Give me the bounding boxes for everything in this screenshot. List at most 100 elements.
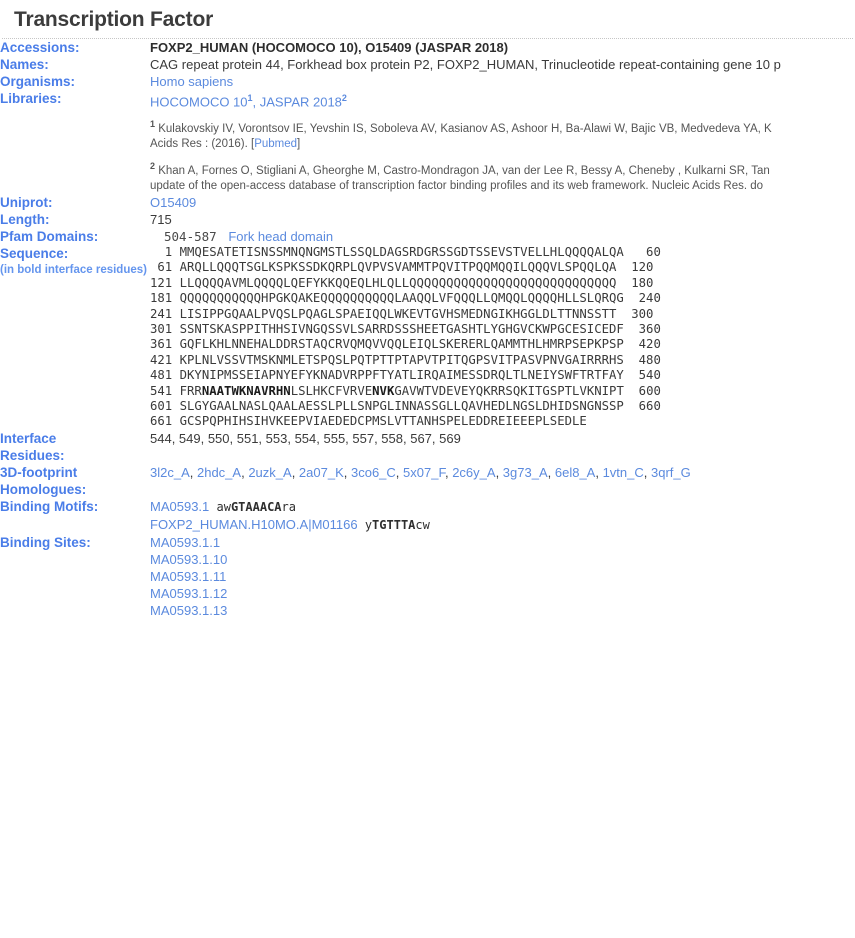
value-accessions: FOXP2_HUMAN (HOCOMOCO 10), O15409 (JASPA… [150,39,855,56]
sequence-residues: LLQQQQAVMLQQQQLQEFYKKQQEQLHLQLLQQQQQQQQQ… [179,275,617,290]
row-accessions: Accessions: FOXP2_HUMAN (HOCOMOCO 10), O… [0,39,855,56]
label-binding-motifs: Binding Motifs: [0,498,99,514]
label-pfam-domains: Pfam Domains: [0,228,99,244]
sequence-residues: DKYNIPMSSEIAPNYEFYKNADVRPPFTYATLIRQAIMES… [179,368,624,383]
pubmed-link-1[interactable]: Pubmed [254,138,297,150]
value-binding-motifs: MA0593.1 awGTAAACAra FOXP2_HUMAN.H10MO.A|… [150,498,855,534]
sequence-line-start: 661 [150,414,180,429]
homologue-link[interactable]: 3g73_A [503,465,548,480]
homologue-link[interactable]: 3l2c_A [150,465,190,480]
uniprot-link[interactable]: O15409 [150,195,196,210]
accessions-text: FOXP2_HUMAN (HOCOMOCO 10), O15409 (JASPA… [150,40,509,55]
value-names: CAG repeat protein 44, Forkhead box prot… [150,57,781,72]
binding-motif-link[interactable]: FOXP2_HUMAN.H10MO.A|M01166 [150,517,358,532]
homologue-link[interactable]: 2c6y_A [452,465,495,480]
libraries-links: HOCOMOCO 101, JASPAR 20182 [150,90,855,110]
row-interface-residues: Interface Residues: 544, 549, 550, 551, … [0,430,855,464]
value-binding-sites: MA0593.1.1 MA0593.1.10 MA0593.1.11 MA0593.1… [150,534,855,619]
sequence-line-end: 600 [623,383,661,398]
sequence-line-end: 240 [623,291,661,306]
sequence-line: 241 LISIPPGQAALPVQSLPQAGLSPAEIQQLWKEVTGV… [150,307,855,322]
homologue-link[interactable]: 5x07_F [403,465,445,480]
row-libraries: Libraries: HOCOMOCO 101, JASPAR 20182 1 … [0,90,855,194]
homologue-separator: , [291,464,299,480]
label-interface-residues: Interface Residues: [0,430,150,464]
value-libraries: HOCOMOCO 101, JASPAR 20182 1 Kulakovskiy… [150,90,855,194]
label-uniprot: Uniprot: [0,194,53,210]
binding-motif-consensus: awGTAAACAra [209,499,296,514]
binding-site-link[interactable]: MA0593.1.12 [150,585,855,602]
label-length: Length: [0,211,50,227]
sequence-line-start: 361 [150,337,180,352]
binding-motif-link[interactable]: MA0593.1 [150,499,209,514]
value-uniprot: O15409 [150,194,855,211]
homologue-link[interactable]: 3co6_C [351,465,396,480]
homologue-link[interactable]: 2uzk_A [248,465,291,480]
row-pfam-domains: Pfam Domains: 504-587 Fork head domain [0,228,855,245]
sequence-line-end: 120 [616,260,654,275]
homologue-link[interactable]: 1vtn_C [603,465,644,480]
sequence-residues: ARQLLQQQTSGLKSPKSSDKQRPLQVPVSVAMMTPQVITP… [179,260,617,275]
library-link-jaspar[interactable]: JASPAR 2018 [260,94,342,109]
row-names: Names: CAG repeat protein 44, Forkhead b… [0,56,855,73]
value-sequence: 1 MMQESATETISNSSMNQNGMSTLSSQLDAGSRDGRSSG… [150,245,855,430]
label-libraries: Libraries: [0,91,62,106]
value-interface-residues: 544, 549, 550, 551, 553, 554, 555, 557, … [150,430,461,446]
sequence-residues: QQQQQQQQQQQHPGKQAKEQQQQQQQQQQLAAQQLVFQQQ… [179,291,624,306]
citation-2-text: Khan A, Fornes O, Stigliani A, Gheorghe … [158,164,770,177]
value-pfam-domains: 504-587 Fork head domain [150,228,855,245]
row-binding-sites: Binding Sites: MA0593.1.1 MA0593.1.10 MA05… [0,534,855,619]
citation-1-marker: 1 [150,119,156,130]
organism-link-homo-sapiens[interactable]: Homo sapiens [150,74,233,89]
binding-site-link[interactable]: MA0593.1.13 [150,602,855,619]
binding-site-link[interactable]: MA0593.1.11 [150,568,855,585]
citation-2-journal: update of the open-access database of tr… [150,179,764,192]
sequence-line: 121 LLQQQQAVMLQQQQLQEFYKKQQEQLHLQLLQQQQQ… [150,276,855,291]
sequence-residues: MMQESATETISNSSMNQNGMSTLSSQLDAGSRDGRSSGDT… [179,244,624,259]
row-organisms: Organisms: Homo sapiens [0,73,855,90]
sequence-line-end: 660 [623,399,661,414]
binding-site-link[interactable]: MA0593.1.1 [150,534,855,551]
sequence-line-end: 540 [623,368,661,383]
homologue-separator: , [643,464,652,480]
interface-label-line2: Residues: [0,447,65,463]
library-link-hocomoco[interactable]: HOCOMOCO 10 [150,94,248,109]
citation-1-bracket: ] [297,138,301,151]
row-sequence: Sequence: (in bold interface residues) 1… [0,245,855,430]
homologue-link[interactable]: 3qrf_G [651,465,691,480]
sequence-line-start: 1 [150,244,180,259]
homologue-separator: , [343,464,351,480]
row-uniprot: Uniprot: O15409 [0,194,855,211]
sequence-residues: FRRNAATWKNAVRHNLSLHKCFVRVENVKGAVWTVDEVEY… [179,383,624,398]
sequence-block: 1 MMQESATETISNSSMNQNGMSTLSSQLDAGSRDGRSSG… [150,245,855,430]
sequence-line: 541 FRRNAATWKNAVRHNLSLHKCFVRVENVKGAVWTVD… [150,384,855,399]
sequence-line-start: 181 [150,291,180,306]
sequence-line-start: 241 [150,306,180,321]
sequence-line-end: 60 [623,244,661,259]
citation-2-marker: 2 [150,161,156,172]
sequence-line-end: 180 [616,275,654,290]
sequence-line: 601 SLGYGAALNASLQAALAESSLPLLSNPGLINNASSG… [150,399,855,414]
homologue-separator: , [547,464,555,480]
sequence-residues: LISIPPGQAALPVQSLPQAGLSPAEIQQLWKEVTGVHSME… [179,306,617,321]
sequence-line: 481 DKYNIPMSSEIAPNYEFYKNADVRPPFTYATLIRQA… [150,368,855,383]
label-accessions: Accessions: [0,40,80,55]
binding-site-link[interactable]: MA0593.1.10 [150,551,855,568]
label-names: Names: [0,57,49,72]
sequence-line-end: 480 [623,352,661,367]
transcription-factor-page: Transcription Factor Accessions: FOXP2_H… [0,0,855,619]
sequence-line-end: 360 [623,322,661,337]
page-title: Transcription Factor [14,8,214,31]
sequence-line: 661 GCSPQPHIHSIHVKEEPVIAEDEDCPMSLVTTANHS… [150,414,855,429]
sequence-line: 61 ARQLLQQQTSGLKSPKSSDKQRPLQVPVSVAMMTPQV… [150,260,855,275]
homologue-link[interactable]: 2a07_K [299,465,344,480]
homologue-link[interactable]: 6el8_A [555,465,595,480]
pfam-domain-link[interactable]: Fork head domain [228,229,333,244]
sequence-line: 301 SSNTSKASPPITHHSIVNGQSSVLSARRDSSSHEET… [150,322,855,337]
sequence-residues: KPLNLVSSVTMSKNMLETSPQSLPQTPTTPTAPVTPITQG… [179,352,624,367]
sequence-line-end: 300 [616,306,654,321]
citation-1-journal: Acids Res : (2016). [ [150,138,255,151]
label-binding-sites: Binding Sites: [0,534,91,550]
homologue-link[interactable]: 2hdc_A [197,465,241,480]
sequence-line: 421 KPLNLVSSVTMSKNMLETSPQSLPQTPTTPTAPVTP… [150,353,855,368]
